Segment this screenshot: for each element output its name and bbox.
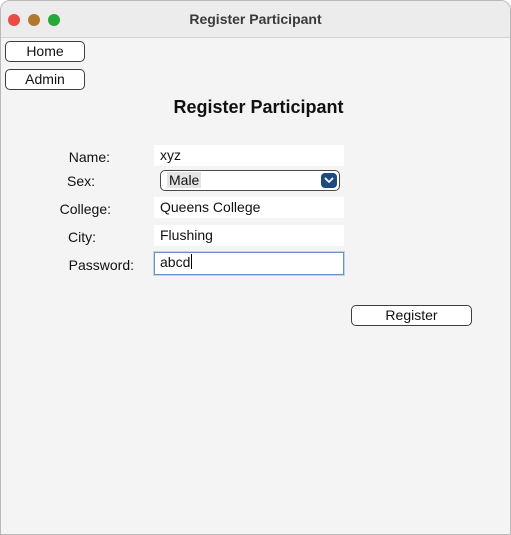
college-field-value: Queens College: [160, 199, 261, 215]
city-label: City:: [68, 229, 96, 245]
title-bar: Register Participant: [1, 1, 510, 38]
home-button[interactable]: Home: [5, 41, 85, 62]
register-button[interactable]: Register: [351, 305, 472, 326]
name-field-value: xyz: [160, 147, 181, 163]
app-window: Register Participant Home Admin Register…: [0, 0, 511, 535]
chevron-down-icon: [321, 173, 337, 188]
page-title-text: Register Participant: [173, 97, 344, 117]
password-label: Password:: [68, 257, 134, 273]
name-label: Name:: [68, 149, 110, 165]
city-field[interactable]: Flushing: [154, 225, 344, 246]
page-title: Register Participant: [1, 97, 510, 118]
college-field[interactable]: Queens College: [154, 197, 344, 218]
text-caret: [191, 254, 193, 269]
sex-selected-value: Male: [167, 172, 202, 188]
sex-select[interactable]: Male: [160, 170, 340, 191]
city-field-value: Flushing: [160, 227, 213, 243]
name-field[interactable]: xyz: [154, 145, 344, 166]
admin-button[interactable]: Admin: [5, 69, 85, 90]
window-title: Register Participant: [189, 11, 322, 27]
college-label: College:: [59, 201, 111, 217]
sex-label: Sex:: [66, 173, 95, 189]
password-field[interactable]: abcd: [154, 252, 344, 275]
password-field-value: abcd: [160, 254, 191, 270]
